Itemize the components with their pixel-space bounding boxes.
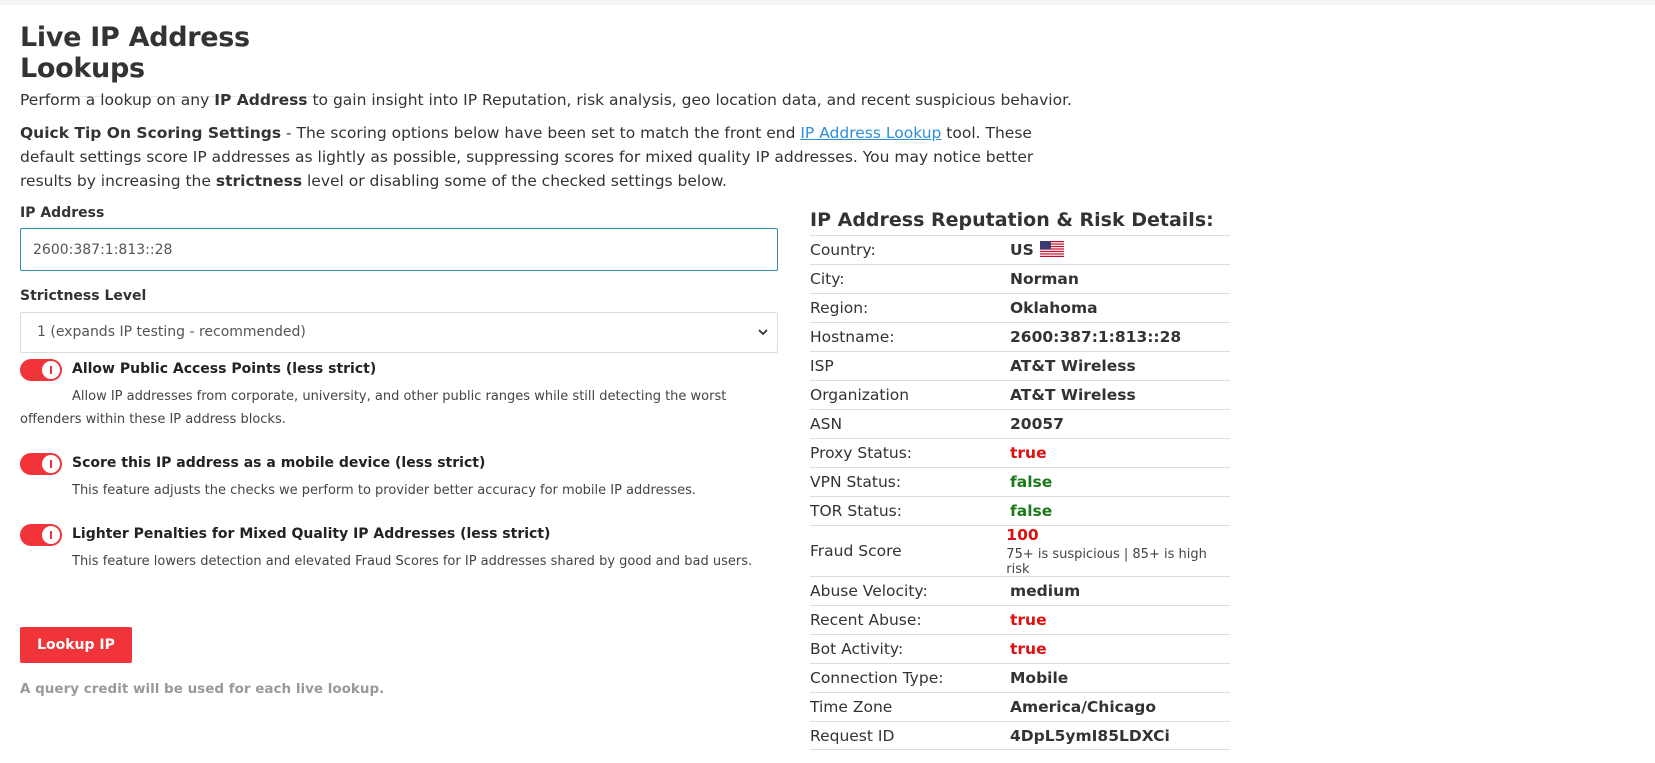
detail-row-recent-abuse: Recent Abuse: true [810, 605, 1230, 634]
detail-row-organization: Organization AT&T Wireless [810, 380, 1230, 409]
detail-key: Fraud Score [810, 542, 902, 560]
detail-key: Organization [810, 386, 910, 404]
detail-value: Oklahoma [1010, 299, 1098, 317]
lighter-penalties-toggle[interactable] [20, 524, 62, 546]
detail-key: ASN [810, 415, 843, 433]
fraud-score-legend: 75+ is suspicious | 85+ is high risk [1006, 546, 1207, 577]
detail-value: 2600:387:1:813::28 [1010, 328, 1182, 346]
public-access-desc: Allow IP addresses from corporate, unive… [20, 389, 727, 427]
detail-key: VPN Status: [810, 473, 902, 491]
detail-value: true [1010, 611, 1047, 629]
tip-text-part: level or disabling some of the checked s… [302, 172, 727, 190]
page-title: Live IP Address Lookups [20, 22, 368, 97]
country-code: US [1010, 241, 1034, 259]
detail-row-asn: ASN 20057 [810, 409, 1230, 438]
lighter-penalties-desc: This feature lowers detection and elevat… [72, 554, 753, 569]
detail-key: City: [810, 270, 845, 288]
detail-value: US [1010, 241, 1064, 259]
detail-value: Mobile [1010, 669, 1069, 687]
detail-key: Abuse Velocity: [810, 582, 928, 600]
toggle-knob-icon [42, 526, 60, 544]
ip-address-label: IP Address [20, 205, 105, 221]
detail-key: TOR Status: [810, 502, 902, 520]
detail-row-region: Region: Oklahoma [810, 293, 1230, 322]
fraud-score-cell: 100 75+ is suspicious | 85+ is high risk [1006, 526, 1230, 577]
details-panel: IP Address Reputation & Risk Details: Co… [810, 205, 1230, 750]
us-flag-icon [1039, 241, 1064, 257]
detail-key: Connection Type: [810, 669, 944, 687]
detail-value: America/Chicago [1010, 698, 1157, 716]
detail-row-fraud-score: Fraud Score 100 75+ is suspicious | 85+ … [810, 525, 1230, 577]
lighter-penalties-title: Lighter Penalties for Mixed Quality IP A… [72, 526, 551, 542]
toggle-knob-icon [42, 455, 60, 473]
detail-key: Recent Abuse: [810, 611, 922, 629]
detail-row-time-zone: Time Zone America/Chicago [810, 692, 1230, 721]
top-bar [0, 0, 1655, 5]
credit-note: A query credit will be used for each liv… [20, 681, 385, 697]
detail-value: 4DpL5ymI85LDXCi [1010, 726, 1170, 745]
detail-row-country: Country: US [810, 235, 1230, 264]
detail-row-city: City: Norman [810, 264, 1230, 293]
detail-key: Time Zone [810, 698, 893, 716]
detail-key: Proxy Status: [810, 444, 912, 462]
quick-tip: Quick Tip On Scoring Settings - The scor… [20, 121, 1080, 193]
detail-value: AT&T Wireless [1010, 386, 1136, 404]
detail-value: 100 [1006, 525, 1039, 544]
mobile-device-toggle[interactable] [20, 453, 62, 475]
lookup-ip-button[interactable]: Lookup IP [20, 627, 132, 663]
detail-row-connection-type: Connection Type: Mobile [810, 663, 1230, 692]
mobile-device-desc: This feature adjusts the checks we perfo… [72, 483, 697, 498]
detail-value: AT&T Wireless [1010, 357, 1136, 375]
detail-row-tor: TOR Status: false [810, 496, 1230, 525]
detail-value: Norman [1010, 270, 1079, 288]
detail-row-abuse-velocity: Abuse Velocity: medium [810, 576, 1230, 605]
ip-lookup-link[interactable]: IP Address Lookup [800, 124, 941, 142]
detail-row-vpn: VPN Status: false [810, 467, 1230, 496]
toggle-knob-icon [42, 361, 60, 379]
detail-key: Region: [810, 299, 869, 317]
detail-value: false [1010, 502, 1053, 520]
detail-value: medium [1010, 582, 1081, 600]
detail-key: Hostname: [810, 328, 895, 346]
detail-key: Bot Activity: [810, 640, 904, 658]
detail-row-hostname: Hostname: 2600:387:1:813::28 [810, 322, 1230, 351]
detail-value: false [1010, 473, 1053, 491]
detail-key: ISP [810, 357, 834, 375]
detail-key: Country: [810, 241, 876, 259]
chevron-down-icon [757, 313, 769, 368]
public-access-title: Allow Public Access Points (less strict) [72, 361, 377, 377]
intro-text-part: Perform a lookup on any [20, 91, 215, 109]
mobile-device-title: Score this IP address as a mobile device… [72, 455, 486, 471]
strictness-label: Strictness Level [20, 288, 147, 304]
detail-row-proxy: Proxy Status: true [810, 438, 1230, 467]
intro-bold: IP Address [214, 91, 308, 109]
detail-row-request-id: Request ID 4DpL5ymI85LDXCi [810, 721, 1230, 750]
tip-text-part: - The scoring options below have been se… [281, 124, 801, 142]
details-title: IP Address Reputation & Risk Details: [810, 209, 1214, 231]
ip-address-input[interactable] [20, 228, 778, 271]
intro-text-part: to gain insight into IP Reputation, risk… [307, 91, 1072, 109]
detail-value: true [1010, 640, 1047, 658]
detail-value: true [1010, 444, 1047, 462]
detail-value: 20057 [1010, 415, 1064, 433]
detail-row-isp: ISP AT&T Wireless [810, 351, 1230, 380]
tip-heading: Quick Tip On Scoring Settings [20, 124, 282, 142]
tip-bold: strictness [215, 172, 303, 190]
detail-key: Request ID [810, 726, 895, 745]
strictness-value: 1 (expands IP testing - recommended) [37, 324, 306, 340]
public-access-toggle[interactable] [20, 359, 62, 381]
intro-text: Perform a lookup on any IP Address to ga… [20, 88, 1080, 112]
detail-row-bot-activity: Bot Activity: true [810, 634, 1230, 663]
strictness-select[interactable]: 1 (expands IP testing - recommended) [20, 312, 778, 353]
